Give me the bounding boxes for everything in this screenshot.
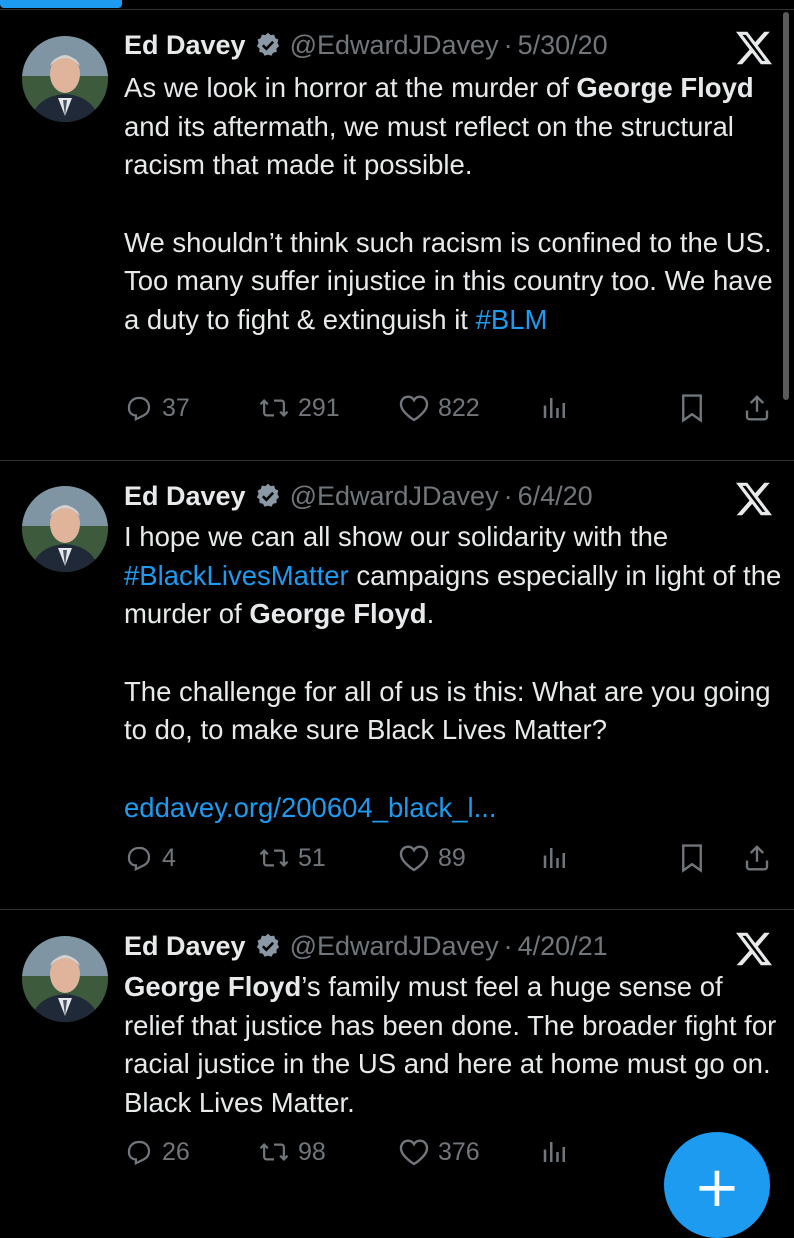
reply-count: 37 (162, 393, 190, 422)
tweet-actions: 4 51 89 (124, 843, 784, 883)
heart-icon (399, 395, 429, 422)
tweet-header: Ed Davey @EdwardJDavey · 5/30/20 (124, 28, 608, 62)
analytics-icon (543, 1142, 565, 1162)
tweet-divider (0, 460, 794, 461)
text-segment: As we look in horror at the murder of (124, 72, 577, 103)
handle[interactable]: @EdwardJDavey (290, 30, 499, 61)
separator-dot: · (503, 480, 513, 511)
url-link[interactable]: eddavey.org/200604_black_l... (124, 792, 497, 823)
heart-icon (399, 845, 429, 872)
tweet-paragraph: eddavey.org/200604_black_l... (124, 789, 784, 828)
retweet-icon (259, 1143, 289, 1161)
retweet-icon (259, 849, 289, 867)
retweet-count: 51 (298, 843, 326, 872)
bookmark-button[interactable] (678, 843, 706, 873)
tweet-actions: 37 291 822 (124, 393, 784, 433)
reply-icon (127, 1140, 151, 1166)
tweet-date[interactable]: 4/20/21 (518, 931, 608, 962)
like-count: 822 (438, 393, 480, 422)
avatar[interactable] (22, 486, 108, 572)
verified-badge-icon (254, 482, 282, 510)
views-button[interactable] (540, 393, 570, 423)
text-segment: The challenge for all of us is this: Wha… (124, 675, 771, 746)
like-button[interactable]: 89 (398, 843, 466, 873)
x-logo-icon (736, 932, 772, 966)
bookmark-icon (682, 394, 702, 423)
reply-button[interactable]: 4 (124, 843, 176, 873)
separator-dot: · (503, 930, 513, 961)
verified-badge-icon (254, 932, 282, 960)
plus-icon: + (693, 1155, 741, 1220)
reply-button[interactable]: 37 (124, 393, 190, 423)
like-count: 376 (438, 1137, 480, 1166)
reply-icon (127, 846, 151, 872)
bookmark-button[interactable] (678, 393, 706, 423)
tweet-paragraph: As we look in horror at the murder of Ge… (124, 69, 784, 185)
tweet-paragraph: George Floyd’s family must feel a huge s… (124, 968, 784, 1122)
tweet-divider (0, 909, 794, 910)
display-name[interactable]: Ed Davey (124, 931, 246, 962)
display-name[interactable]: Ed Davey (124, 30, 246, 61)
text-segment: I hope we can all show our solidarity wi… (124, 521, 669, 552)
display-name[interactable]: Ed Davey (124, 481, 246, 512)
tweet-text: As we look in horror at the murder of Ge… (124, 69, 784, 339)
tweet-header: Ed Davey @EdwardJDavey · 4/20/21 (124, 929, 608, 963)
tweet-header: Ed Davey @EdwardJDavey · 6/4/20 (124, 479, 593, 513)
verified-badge-icon (254, 31, 282, 59)
bookmark-icon (682, 844, 702, 873)
like-button[interactable]: 822 (398, 393, 480, 423)
tweet-text: I hope we can all show our solidarity wi… (124, 518, 784, 827)
highlighted-text: George Floyd (576, 72, 754, 103)
tweet-date[interactable]: 6/4/20 (518, 481, 593, 512)
tab-indicator (0, 0, 122, 8)
top-divider (0, 9, 794, 10)
text-segment: . (426, 598, 435, 629)
like-button[interactable]: 376 (398, 1137, 480, 1167)
separator-dot: · (503, 29, 513, 60)
highlighted-text: George Floyd (249, 598, 427, 629)
retweet-button[interactable]: 98 (258, 1137, 326, 1167)
reply-button[interactable]: 26 (124, 1137, 190, 1167)
retweet-button[interactable]: 51 (258, 843, 326, 873)
x-logo-icon (736, 31, 772, 65)
retweet-count: 291 (298, 393, 340, 422)
retweet-button[interactable]: 291 (258, 393, 340, 423)
share-icon (745, 395, 769, 421)
hashtag-link[interactable]: #BlackLivesMatter (124, 560, 349, 591)
text-segment: and its aftermath, we must reflect on th… (124, 110, 734, 181)
retweet-icon (259, 399, 289, 417)
views-button[interactable] (540, 1137, 570, 1167)
highlighted-text: George Floyd (124, 971, 302, 1002)
like-count: 89 (438, 843, 466, 872)
tweet-paragraph: We shouldn’t think such racism is confin… (124, 224, 784, 340)
heart-icon (399, 1139, 429, 1166)
tweet-paragraph: The challenge for all of us is this: Wha… (124, 673, 784, 750)
analytics-icon (543, 848, 565, 868)
views-button[interactable] (540, 843, 570, 873)
compose-button[interactable]: + (664, 1132, 770, 1238)
hashtag-link[interactable]: #BLM (476, 304, 548, 335)
handle[interactable]: @EdwardJDavey (290, 931, 499, 962)
tweet-date[interactable]: 5/30/20 (518, 30, 608, 61)
share-button[interactable] (742, 393, 772, 423)
analytics-icon (543, 398, 565, 418)
avatar[interactable] (22, 36, 108, 122)
x-logo-icon (736, 482, 772, 516)
reply-icon (127, 396, 151, 422)
reply-count: 4 (162, 843, 176, 872)
tweet-paragraph: I hope we can all show our solidarity wi… (124, 518, 784, 634)
share-button[interactable] (742, 843, 772, 873)
tweet-text: George Floyd’s family must feel a huge s… (124, 968, 784, 1122)
handle[interactable]: @EdwardJDavey (290, 481, 499, 512)
share-icon (745, 845, 769, 871)
text-segment: We shouldn’t think such racism is confin… (124, 226, 773, 335)
retweet-count: 98 (298, 1137, 326, 1166)
avatar[interactable] (22, 936, 108, 1022)
reply-count: 26 (162, 1137, 190, 1166)
